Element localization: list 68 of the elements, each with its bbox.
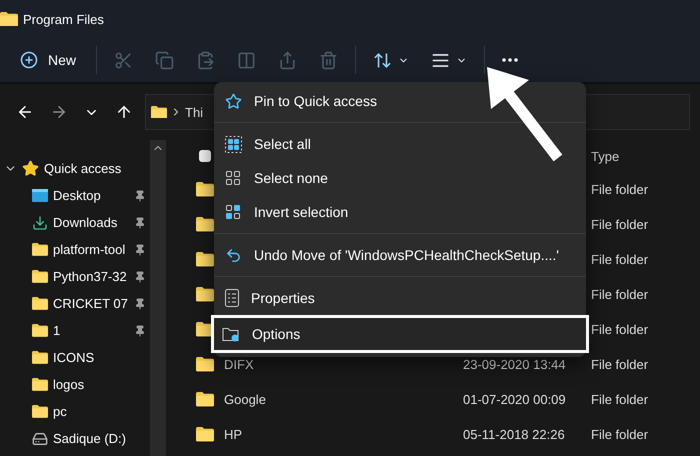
menu-item[interactable]: Pin to Quick access bbox=[214, 84, 586, 118]
file-name: HP bbox=[224, 427, 242, 442]
file-type: File folder bbox=[591, 357, 648, 372]
folder-icon bbox=[32, 270, 48, 283]
forward-arrow-icon bbox=[50, 103, 68, 121]
menu-item[interactable]: Select all bbox=[214, 127, 586, 161]
folder-icon bbox=[32, 378, 48, 391]
date-modified: 23-09-2020 13:44 bbox=[463, 357, 566, 372]
select-all-checkbox[interactable] bbox=[199, 150, 211, 162]
invert-selection-icon bbox=[225, 204, 242, 220]
file-type: File folder bbox=[591, 217, 648, 232]
file-type: File folder bbox=[591, 252, 648, 267]
file-type: File folder bbox=[591, 182, 648, 197]
drive-icon bbox=[32, 430, 48, 446]
folder-icon bbox=[196, 252, 214, 267]
sidebar-item[interactable]: ICONS bbox=[0, 344, 150, 371]
sidebar-item[interactable]: CRICKET 07 bbox=[0, 290, 150, 317]
menu-item[interactable]: Invert selection bbox=[214, 195, 586, 229]
folder-icon bbox=[196, 392, 214, 407]
sidebar-item[interactable]: Desktop bbox=[0, 182, 150, 209]
folder-icon bbox=[32, 243, 48, 256]
properties-icon bbox=[225, 289, 239, 307]
file-name: DIFX bbox=[224, 357, 254, 372]
more-icon bbox=[502, 58, 518, 62]
folder-icon bbox=[196, 217, 214, 232]
select-all-icon bbox=[225, 136, 242, 152]
sidebar-item[interactable]: logos bbox=[0, 371, 150, 398]
menu-item[interactable]: Properties bbox=[214, 281, 586, 315]
sort-icon bbox=[373, 50, 392, 70]
sidebar-item[interactable]: Python37-32 bbox=[0, 263, 150, 290]
desktop-icon bbox=[32, 189, 48, 202]
file-name: Google bbox=[224, 392, 266, 407]
file-type: File folder bbox=[591, 287, 648, 302]
star-icon bbox=[225, 92, 242, 110]
folder-icon bbox=[32, 324, 48, 337]
folder-icon bbox=[32, 297, 48, 310]
folder-icon bbox=[196, 287, 214, 302]
date-modified: 05-11-2018 22:26 bbox=[463, 427, 565, 442]
window-title: Program Files bbox=[23, 12, 104, 26]
sidebar-item[interactable]: 1 bbox=[0, 317, 150, 344]
file-type: File folder bbox=[591, 322, 648, 337]
plus-icon bbox=[20, 51, 38, 69]
undo-icon bbox=[225, 246, 242, 264]
address-text: Thi bbox=[185, 104, 204, 120]
folder-icon bbox=[32, 351, 48, 364]
select-none-icon bbox=[225, 170, 242, 186]
folder-icon bbox=[32, 405, 48, 418]
star-icon bbox=[22, 160, 39, 177]
folder-icon bbox=[196, 427, 214, 442]
menu-item[interactable]: Undo Move of 'WindowsPCHealthCheckSetup....' bbox=[214, 238, 586, 272]
date-modified: 01-07-2020 00:09 bbox=[463, 392, 566, 407]
sidebar-item[interactable]: Sadique (D:) bbox=[0, 425, 150, 452]
folder-icon bbox=[151, 106, 167, 118]
download-icon bbox=[32, 214, 48, 230]
sidebar-item[interactable]: Downloads bbox=[0, 209, 150, 236]
folder-icon bbox=[0, 12, 18, 26]
quick-access-item[interactable]: Quick access bbox=[0, 155, 150, 182]
file-type: File folder bbox=[591, 392, 648, 407]
folder-icon bbox=[196, 357, 214, 372]
new-button[interactable]: New bbox=[14, 47, 82, 73]
sidebar-item[interactable]: pc bbox=[0, 398, 150, 425]
folder-options-icon bbox=[222, 326, 240, 342]
menu-item[interactable]: Options bbox=[211, 315, 589, 353]
menu-item[interactable]: Select none bbox=[214, 161, 586, 195]
scrollbar[interactable] bbox=[150, 140, 166, 456]
sidebar-item[interactable]: platform-tool bbox=[0, 236, 150, 263]
folder-icon bbox=[196, 182, 214, 197]
file-type: File folder bbox=[591, 427, 648, 442]
